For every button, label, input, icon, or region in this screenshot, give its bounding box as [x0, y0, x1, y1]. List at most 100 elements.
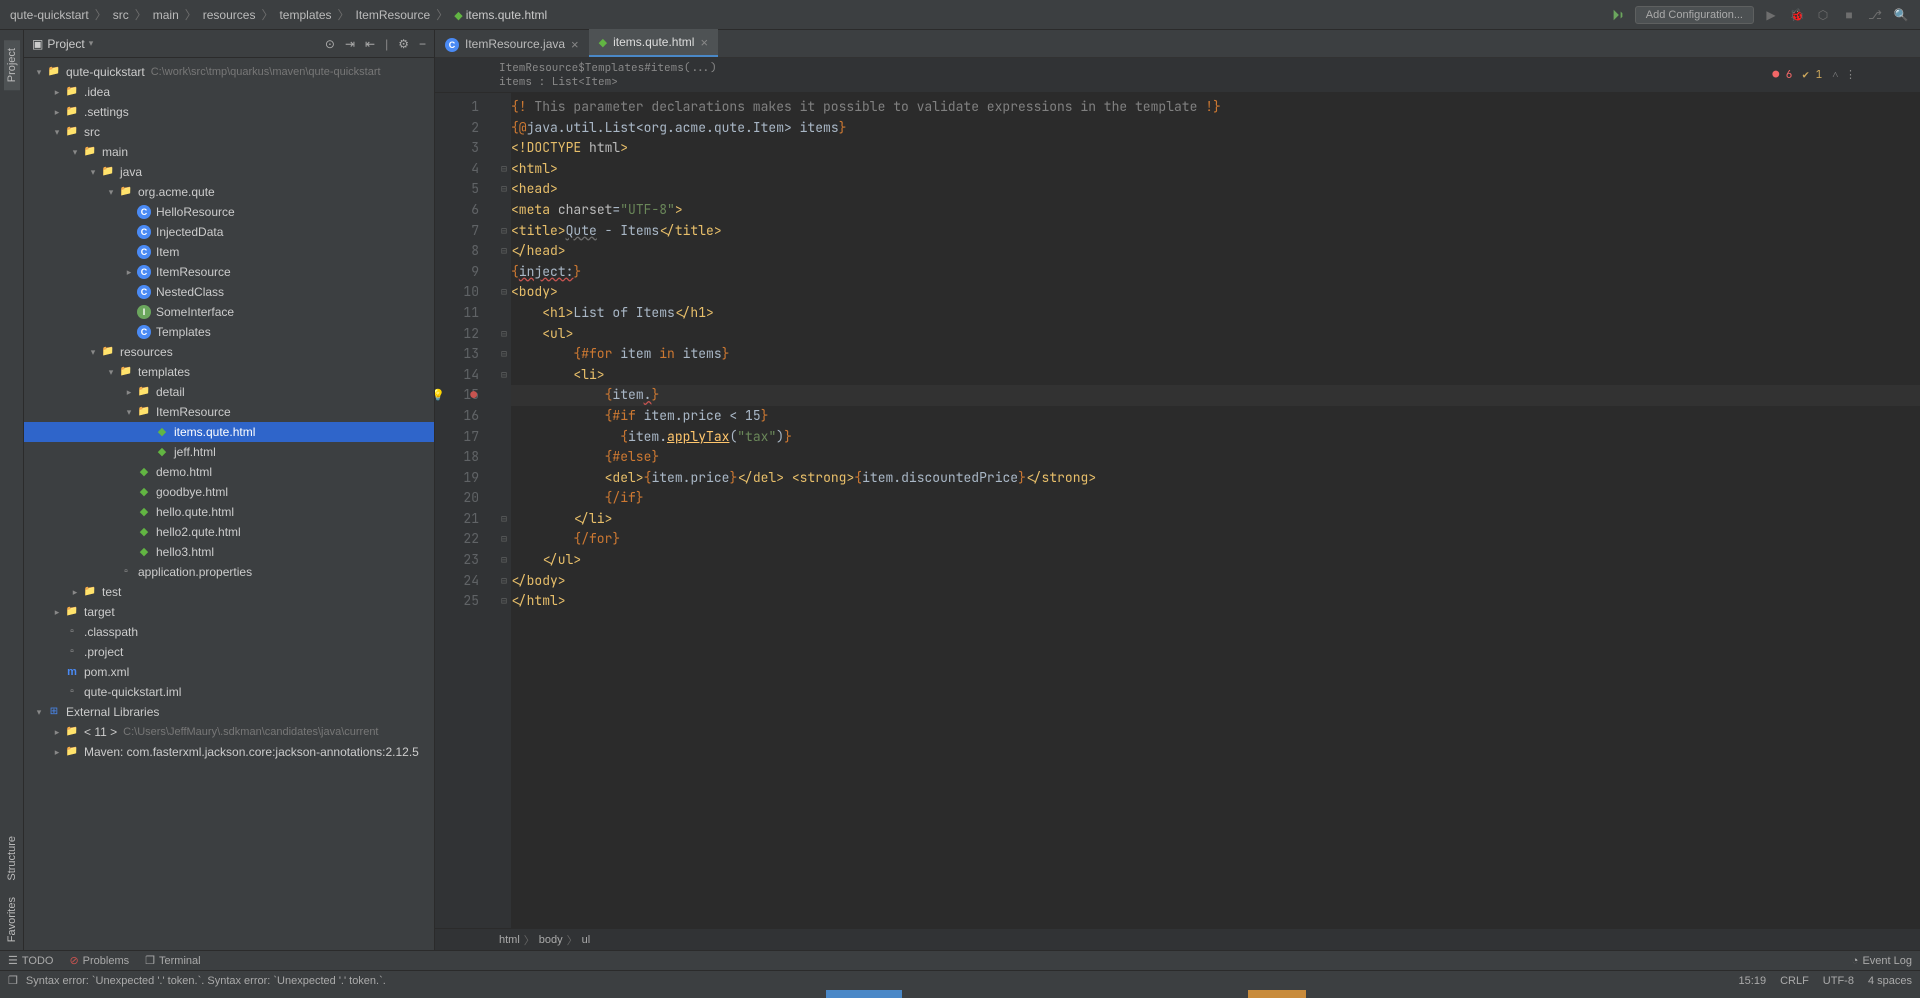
tree-node[interactable]: ▾📁templates — [24, 362, 434, 382]
editor-tabs: CItemResource.java×◆items.qute.html× — [435, 30, 1920, 58]
run-icon[interactable]: ▶ — [1762, 6, 1780, 24]
breadcrumb-item[interactable]: ItemResource — [356, 8, 431, 22]
tree-node[interactable]: CNestedClass — [24, 282, 434, 302]
tree-node[interactable]: ▸📁target — [24, 602, 434, 622]
tab-close-icon[interactable]: × — [700, 35, 708, 50]
project-panel-header: ▣Project▾ ⊙ ⇥ ⇤ | ⚙ − — [24, 30, 434, 58]
left-tab-structure[interactable]: Structure — [4, 828, 20, 889]
left-tool-rail: Project Structure Favorites — [0, 30, 24, 950]
warning-badge[interactable]: ✔ 1 — [1802, 68, 1822, 82]
editor-breadcrumb[interactable]: html〉body〉ul — [435, 928, 1920, 950]
tree-node[interactable]: ◆jeff.html — [24, 442, 434, 462]
main-area: Project Structure Favorites ▣Project▾ ⊙ … — [0, 30, 1920, 950]
project-tree[interactable]: ▾📁qute-quickstartC:\work\src\tmp\quarkus… — [24, 58, 434, 950]
git-icon[interactable]: ⎇ — [1866, 6, 1884, 24]
status-line-sep[interactable]: CRLF — [1780, 975, 1809, 987]
tree-node[interactable]: ▾📁src — [24, 122, 434, 142]
tree-node[interactable]: ▸📁.idea — [24, 82, 434, 102]
tree-node[interactable]: ISomeInterface — [24, 302, 434, 322]
project-panel-title[interactable]: ▣Project▾ — [32, 37, 325, 51]
tree-node[interactable]: ▸📁< 11 >C:\Users\JeffMaury\.sdkman\candi… — [24, 722, 434, 742]
status-encoding[interactable]: UTF-8 — [1823, 975, 1854, 987]
tree-node[interactable]: ▸CItemResource — [24, 262, 434, 282]
context-method: ItemResource$Templates#items(...) — [499, 61, 717, 75]
project-panel: ▣Project▾ ⊙ ⇥ ⇤ | ⚙ − ▾📁qute-quickstartC… — [24, 30, 435, 950]
tree-node[interactable]: ◆hello2.qute.html — [24, 522, 434, 542]
tree-node[interactable]: ▾📁qute-quickstartC:\work\src\tmp\quarkus… — [24, 62, 434, 82]
editor-context-bar: ItemResource$Templates#items(...) items … — [435, 58, 1920, 93]
hide-icon[interactable]: − — [419, 37, 426, 51]
editor-breadcrumb-item[interactable]: ul — [582, 934, 591, 946]
editor-breadcrumb-item[interactable]: html — [499, 934, 520, 946]
coverage-icon[interactable]: ⬡ — [1814, 6, 1832, 24]
bottom-tab-terminal[interactable]: ❐Terminal — [145, 954, 200, 967]
bottom-tab-eventlog[interactable]: ◔Event Log — [1852, 955, 1912, 967]
tree-node[interactable]: ◆hello3.html — [24, 542, 434, 562]
breadcrumb-item[interactable]: ◆ items.qute.html — [454, 8, 547, 22]
tree-node[interactable]: mpom.xml — [24, 662, 434, 682]
tree-node[interactable]: ▾📁main — [24, 142, 434, 162]
tree-node[interactable]: ▾⊞External Libraries — [24, 702, 434, 722]
expand-all-icon[interactable]: ⇥ — [345, 37, 355, 51]
breadcrumb-item[interactable]: src — [113, 8, 129, 22]
tree-node[interactable]: CTemplates — [24, 322, 434, 342]
tree-node[interactable]: ▾📁ItemResource — [24, 402, 434, 422]
status-hint-icon[interactable]: ❐ — [8, 974, 18, 987]
tree-node[interactable]: ▸📁Maven: com.fasterxml.jackson.core:jack… — [24, 742, 434, 762]
breadcrumb-item[interactable]: resources — [203, 8, 256, 22]
code-body[interactable]: {! This parameter declarations makes it … — [511, 93, 1920, 928]
tree-node[interactable]: ◆items.qute.html — [24, 422, 434, 442]
tree-node[interactable]: ▸📁test — [24, 582, 434, 602]
settings-icon[interactable]: ⚙ — [398, 37, 409, 51]
breadcrumb: qute-quickstart〉src〉main〉resources〉templ… — [10, 6, 1609, 23]
tree-node[interactable]: ▾📁java — [24, 162, 434, 182]
breadcrumb-item[interactable]: main — [153, 8, 179, 22]
editor-area: CItemResource.java×◆items.qute.html× Ite… — [435, 30, 1920, 950]
left-tab-favorites[interactable]: Favorites — [4, 889, 20, 950]
tree-node[interactable]: ◆goodbye.html — [24, 482, 434, 502]
breadcrumb-item[interactable]: templates — [279, 8, 331, 22]
bottom-tab-problems[interactable]: ⊘Problems — [69, 954, 129, 967]
fold-column[interactable]: ⊟⊟⊟⊟⊟⊟⊟⊟⊟⊟⊟⊟⊟ — [497, 93, 511, 928]
editor-breadcrumb-item[interactable]: body — [539, 934, 563, 946]
gutter: 123456789101112131415●💡16171819202122232… — [435, 93, 497, 928]
tree-node[interactable]: ▸📁detail — [24, 382, 434, 402]
search-icon[interactable]: 🔍 — [1892, 6, 1910, 24]
bottom-tool-tabs: ☰TODO ⊘Problems ❐Terminal ◔Event Log — [0, 950, 1920, 970]
tree-node[interactable]: CItem — [24, 242, 434, 262]
tree-node[interactable]: ▾📁resources — [24, 342, 434, 362]
tree-node[interactable]: ▫application.properties — [24, 562, 434, 582]
bottom-tab-todo[interactable]: ☰TODO — [8, 954, 53, 967]
build-icon[interactable] — [1609, 6, 1627, 24]
inspection-chevron-icon[interactable]: ˄ ⋮ — [1832, 68, 1856, 82]
tree-node[interactable]: ▫qute-quickstart.iml — [24, 682, 434, 702]
editor-content[interactable]: 123456789101112131415●💡16171819202122232… — [435, 93, 1920, 928]
tree-node[interactable]: ◆demo.html — [24, 462, 434, 482]
status-indent[interactable]: 4 spaces — [1868, 975, 1912, 987]
status-position[interactable]: 15:19 — [1739, 975, 1767, 987]
tree-node[interactable]: CInjectedData — [24, 222, 434, 242]
editor-tab[interactable]: CItemResource.java× — [435, 31, 589, 57]
editor-tab[interactable]: ◆items.qute.html× — [589, 29, 718, 57]
context-type: items : List<Item> — [499, 75, 717, 89]
breadcrumb-item[interactable]: qute-quickstart — [10, 8, 89, 22]
tree-node[interactable]: ▾📁org.acme.qute — [24, 182, 434, 202]
status-message: Syntax error: `Unexpected '.' token.`. S… — [26, 975, 1739, 987]
navigation-bar: qute-quickstart〉src〉main〉resources〉templ… — [0, 0, 1920, 30]
left-tab-project[interactable]: Project — [4, 40, 20, 90]
debug-icon[interactable]: 🐞 — [1788, 6, 1806, 24]
stop-icon[interactable]: ■ — [1840, 6, 1858, 24]
collapse-all-icon[interactable]: ⇤ — [365, 37, 375, 51]
tab-close-icon[interactable]: × — [571, 37, 579, 52]
add-configuration-button[interactable]: Add Configuration... — [1635, 6, 1754, 24]
locate-icon[interactable]: ⊙ — [325, 37, 335, 51]
tree-node[interactable]: ▸📁.settings — [24, 102, 434, 122]
tree-node[interactable]: CHelloResource — [24, 202, 434, 222]
toolbar-actions: Add Configuration... ▶ 🐞 ⬡ ■ ⎇ 🔍 — [1609, 6, 1910, 24]
error-badge[interactable]: ● 6 — [1773, 68, 1793, 82]
tree-node[interactable]: ◆hello.qute.html — [24, 502, 434, 522]
status-bar: ❐ Syntax error: `Unexpected '.' token.`.… — [0, 970, 1920, 990]
memory-progress-bar — [0, 990, 1920, 998]
tree-node[interactable]: ▫.classpath — [24, 622, 434, 642]
tree-node[interactable]: ▫.project — [24, 642, 434, 662]
